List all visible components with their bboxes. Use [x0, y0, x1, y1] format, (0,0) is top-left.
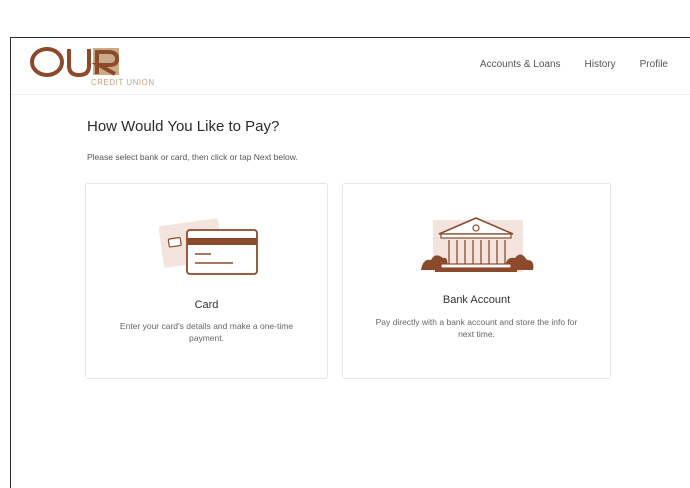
app-window: CREDIT UNION Accounts & Loans History Pr…	[10, 37, 690, 488]
option-description: Enter your card's details and make a one…	[119, 321, 294, 343]
instructions-text: Please select bank or card, then click o…	[87, 152, 298, 162]
header: CREDIT UNION Accounts & Loans History Pr…	[11, 38, 690, 95]
page-title: How Would You Like to Pay?	[87, 118, 280, 135]
credit-union-logo[interactable]: CREDIT UNION	[29, 44, 179, 88]
credit-card-icon	[86, 218, 327, 287]
option-title: Bank Account	[442, 294, 511, 306]
nav-accounts-loans[interactable]: Accounts & Loans	[480, 59, 561, 70]
pay-option-card[interactable]: Card Enter your card's details and make …	[85, 183, 328, 379]
nav-history[interactable]: History	[585, 59, 616, 70]
option-title: Card	[194, 299, 219, 311]
pay-option-bank[interactable]: Bank Account Pay directly with a bank ac…	[342, 183, 611, 379]
nav-profile[interactable]: Profile	[640, 59, 668, 70]
main-nav: Accounts & Loans History Profile	[480, 59, 668, 70]
logo-subtitle: CREDIT UNION	[91, 78, 155, 87]
option-description: Pay directly with a bank account and sto…	[375, 317, 578, 339]
bank-building-icon	[343, 212, 610, 283]
